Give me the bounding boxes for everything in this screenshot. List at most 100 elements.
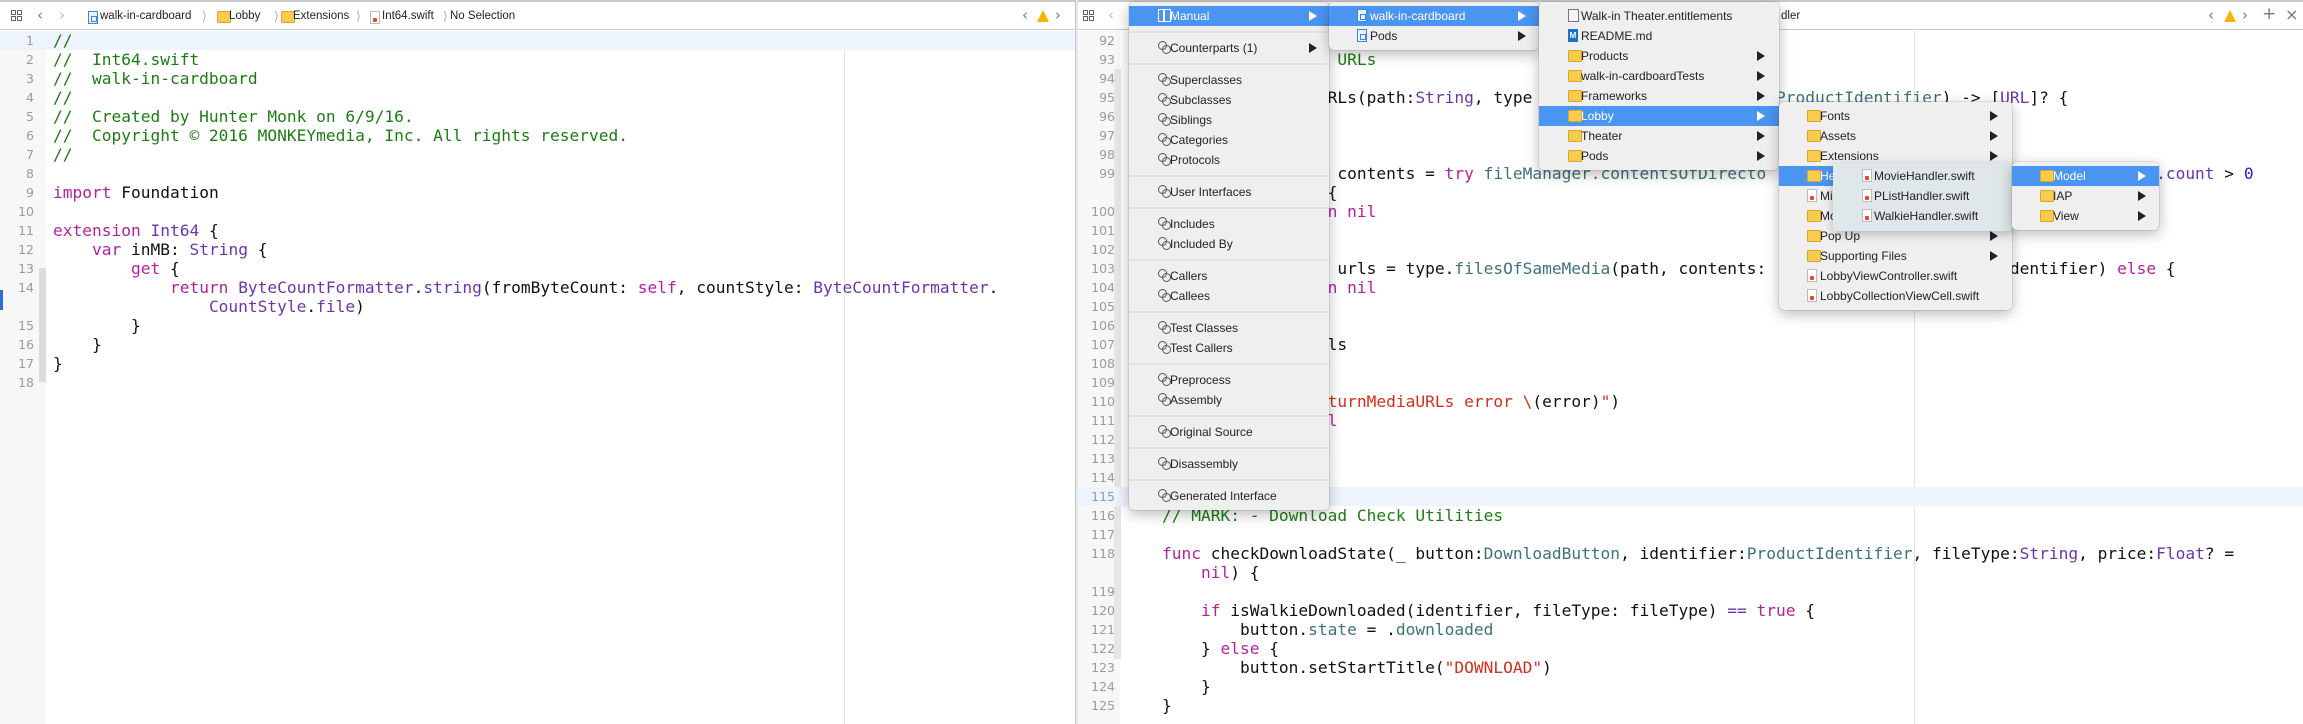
breadcrumb-file-tail[interactable]: dler — [1781, 9, 1800, 23]
code-line[interactable]: 124 } — [1078, 677, 2303, 696]
next-issue-icon[interactable]: › — [2242, 6, 2248, 24]
next-issue-icon[interactable]: › — [1055, 6, 1061, 24]
code-token: // Created by Hunter Monk on 6/9/16. — [53, 107, 414, 126]
code-line[interactable]: CountStyle.file) — [0, 297, 1075, 316]
code-line[interactable]: 10 — [0, 202, 1075, 221]
menu-item-manual[interactable]: Manual — [1129, 6, 1329, 26]
menu-item-pods[interactable]: Pods — [1329, 26, 1539, 46]
menu-item-walk-in-cardboardtests[interactable]: walk-in-cardboardTests — [1539, 66, 1779, 86]
previous-issue-icon[interactable]: ‹ — [2208, 6, 2214, 24]
menu-item-moviehandler-swift[interactable]: MovieHandler.swift — [1833, 166, 2012, 186]
code-line[interactable]: 16 } — [0, 335, 1075, 354]
code-line[interactable]: 9 import Foundation — [0, 183, 1075, 202]
code-line[interactable]: 8 — [0, 164, 1075, 183]
menu-item-model[interactable]: Model — [2012, 166, 2159, 186]
add-editor-icon[interactable]: + — [2262, 4, 2276, 24]
menu-item-iap[interactable]: IAP — [2012, 186, 2159, 206]
menu-item-test-callers[interactable]: Test Callers — [1129, 338, 1329, 358]
project-file-icon — [1357, 29, 1367, 42]
menu-item-theater[interactable]: Theater — [1539, 126, 1779, 146]
warning-icon[interactable] — [2224, 10, 2236, 22]
left-source-editor[interactable]: 1//2// Int64.swift 3// walk-in-cardboard 4… — [0, 31, 1075, 724]
code-line[interactable]: 117 — [1078, 525, 2303, 544]
menu-item-includes[interactable]: Includes — [1129, 214, 1329, 234]
menu-item-user-interfaces[interactable]: User Interfaces — [1129, 182, 1329, 202]
breadcrumb-item[interactable]: Extensions — [293, 9, 349, 23]
line-number: 114 — [1091, 470, 1115, 485]
menu-item-readme-md[interactable]: M README.md — [1539, 26, 1779, 46]
code-line[interactable]: 13 get { — [0, 259, 1075, 278]
menu-item-plisthandler-swift[interactable]: PListHandler.swift — [1833, 186, 2012, 206]
breadcrumb-item[interactable]: No Selection — [450, 9, 515, 23]
menu-item-counterparts-1[interactable]: Counterparts (1) — [1129, 38, 1329, 58]
code-line[interactable]: 123 button.setStartTitle("DOWNLOAD") — [1078, 658, 2303, 677]
code-token: downloaded — [1395, 620, 1494, 639]
breadcrumb-item[interactable]: Lobby — [229, 9, 260, 23]
menu-item-subclasses[interactable]: Subclasses — [1129, 90, 1329, 110]
code-line[interactable]: 2 // Int64.swift — [0, 50, 1075, 69]
menu-item-generated-interface[interactable]: Generated Interface — [1129, 486, 1329, 506]
menu-item-walk-in-theater-entitlements[interactable]: Walk-in Theater.entitlements — [1539, 6, 1779, 26]
menu-item-callees[interactable]: Callees — [1129, 286, 1329, 306]
code-line[interactable]: 18 — [0, 373, 1075, 392]
menu-item-disassembly[interactable]: Disassembly — [1129, 454, 1329, 474]
menu-item-fonts[interactable]: Fonts — [1779, 106, 2012, 126]
code-line[interactable]: 6 // Copyright © 2016 MONKEYmedia, Inc. A… — [0, 126, 1075, 145]
back-chevron-icon[interactable]: ‹ — [1108, 6, 1114, 24]
menu-item-callers[interactable]: Callers — [1129, 266, 1329, 286]
code-line[interactable]: 119 — [1078, 582, 2303, 601]
code-line[interactable]: 122 } else { — [1078, 639, 2303, 658]
menu-item-walkiehandler-swift[interactable]: WalkieHandler.swift — [1833, 206, 2012, 226]
close-editor-icon[interactable]: × — [2285, 5, 2298, 24]
code-line[interactable]: 11 extension Int64 { — [0, 221, 1075, 240]
code-token: import — [53, 183, 112, 202]
related-items-grid-icon[interactable] — [11, 10, 23, 22]
line-number: 94 — [1099, 71, 1115, 86]
menu-item-preprocess[interactable]: Preprocess — [1129, 370, 1329, 390]
back-chevron-icon[interactable]: ‹ — [37, 6, 43, 24]
related-items-grid-icon[interactable] — [1083, 10, 1095, 22]
line-number: 108 — [1091, 356, 1115, 371]
menu-item-superclasses[interactable]: Superclasses — [1129, 70, 1329, 90]
menu-item-original-source[interactable]: Original Source — [1129, 422, 1329, 442]
menu-item-assembly[interactable]: Assembly — [1129, 390, 1329, 410]
code-line[interactable]: 7 // — [0, 145, 1075, 164]
code-line[interactable]: 15 } — [0, 316, 1075, 335]
code-line[interactable]: 4 // — [0, 88, 1075, 107]
previous-issue-icon[interactable]: ‹ — [1022, 6, 1028, 24]
menu-item-supporting-files[interactable]: Supporting Files — [1779, 246, 2012, 266]
breadcrumb-item[interactable]: Int64.swift — [382, 9, 434, 23]
code-line[interactable]: 125 } — [1078, 696, 2303, 715]
code-line[interactable]: 17} — [0, 354, 1075, 373]
menu-item-assets[interactable]: Assets — [1779, 126, 2012, 146]
code-line[interactable]: 118 func checkDownloadState(_ button:Dow… — [1078, 544, 2303, 563]
menu-item-test-classes[interactable]: Test Classes — [1129, 318, 1329, 338]
menu-item-walk-in-cardboard[interactable]: walk-in-cardboard — [1329, 6, 1539, 26]
menu-item-categories[interactable]: Categories — [1129, 130, 1329, 150]
menu-item-frameworks[interactable]: Frameworks — [1539, 86, 1779, 106]
code-line[interactable]: nil) { — [1078, 563, 2303, 582]
menu-item-products[interactable]: Products — [1539, 46, 1779, 66]
warning-icon[interactable] — [1037, 10, 1049, 22]
forward-chevron-icon[interactable]: › — [59, 6, 65, 24]
menu-item-lobbyviewcontroller-swift[interactable]: LobbyViewController.swift — [1779, 266, 2012, 286]
menu-item-siblings[interactable]: Siblings — [1129, 110, 1329, 130]
code-line[interactable]: 121 button.state = .downloaded — [1078, 620, 2303, 639]
code-line[interactable]: 14 return ByteCountFormatter.string(from… — [0, 278, 1075, 297]
menu-item-lobby[interactable]: Lobby — [1539, 106, 1779, 126]
breadcrumb-item[interactable]: walk-in-cardboard — [100, 9, 191, 23]
code-line[interactable]: 12 var inMB: String { — [0, 240, 1075, 259]
menu-item-lobbycollectionviewcell-swift[interactable]: LobbyCollectionViewCell.swift — [1779, 286, 2012, 306]
code-line[interactable]: 3 // walk-in-cardboard — [0, 69, 1075, 88]
code-line[interactable]: 120 if isWalkieDownloaded(identifier, fi… — [1078, 601, 2303, 620]
code-line[interactable]: 1 // — [0, 31, 1075, 50]
menu-item-pods[interactable]: Pods — [1539, 146, 1779, 166]
code-token: func — [1161, 544, 1201, 563]
code-token: get — [130, 259, 161, 278]
line-number: 121 — [1091, 622, 1115, 637]
menu-item-view[interactable]: View — [2012, 206, 2159, 226]
menu-item-included-by[interactable]: Included By — [1129, 234, 1329, 254]
menu-item-protocols[interactable]: Protocols — [1129, 150, 1329, 170]
code-line[interactable]: 5 // Created by Hunter Monk on 6/9/16. — [0, 107, 1075, 126]
